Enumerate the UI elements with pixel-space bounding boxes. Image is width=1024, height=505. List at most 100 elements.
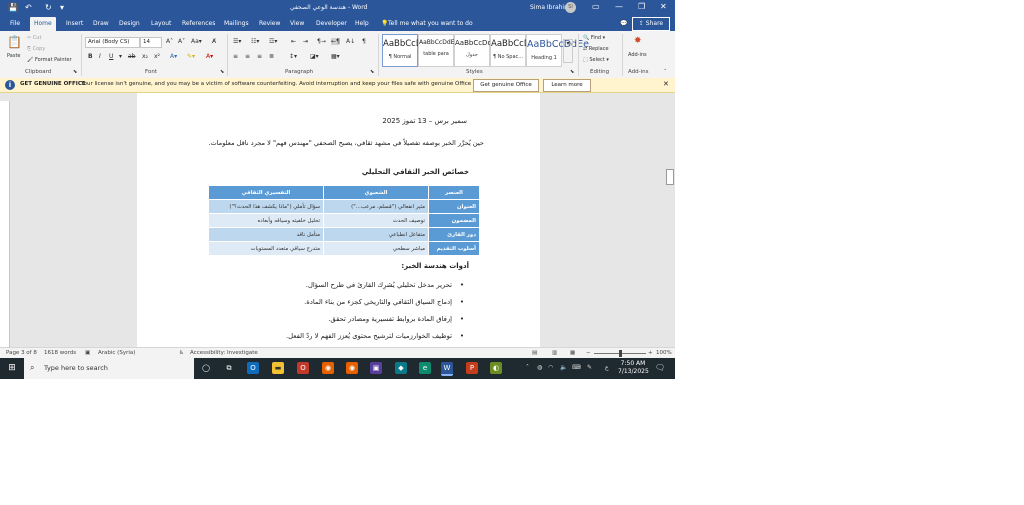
shading-icon[interactable]: ◪▾ [310, 53, 319, 60]
select-button[interactable]: ⬚ Select ▾ [583, 57, 609, 63]
underline-icon[interactable]: U [109, 53, 113, 60]
table-header[interactable]: التفسيري الثقافي [208, 185, 324, 200]
maximize-button[interactable]: ❐ [638, 2, 645, 11]
underline-dropdown-icon[interactable]: ▾ [119, 53, 122, 60]
style-table-para[interactable]: AaBbCcDdEe table para [418, 34, 458, 67]
tell-me-search[interactable]: Tell me what you want to do [388, 20, 473, 27]
show-marks-icon[interactable]: ¶ [362, 38, 366, 45]
highlight-icon[interactable]: ✎▾ [187, 53, 195, 60]
collapse-ribbon-icon[interactable]: ˄ [664, 69, 667, 75]
tab-home[interactable]: Home [30, 17, 56, 31]
table-cell[interactable]: المضمون [428, 213, 480, 228]
table-cell[interactable]: متدرج سياقي متعدد المستويات [208, 241, 324, 256]
zoom-slider-knob[interactable] [618, 350, 622, 357]
italic-icon[interactable]: I [99, 53, 101, 60]
tab-references[interactable]: References [182, 20, 215, 27]
table-header[interactable]: العنصر [428, 185, 480, 200]
clipboard-launcher-icon[interactable]: ⬊ [73, 69, 77, 75]
heading-analytical-news[interactable]: خصائص الخبر الثقافي التحليلي [317, 168, 469, 176]
app-icon[interactable]: ◐ [490, 362, 502, 374]
scrollbar-thumb[interactable] [666, 169, 674, 185]
task-view-icon[interactable]: ⧉ [223, 362, 235, 374]
comments-icon[interactable]: 💬 [620, 20, 627, 27]
user-name[interactable]: Sima Ibrahim [530, 4, 570, 11]
proofing-icon[interactable]: ▣ [85, 350, 90, 356]
tab-draw[interactable]: Draw [93, 20, 109, 27]
firefox-icon[interactable]: ◉ [322, 362, 334, 374]
table-cell[interactable]: العنوان [428, 199, 480, 214]
shrink-font-icon[interactable]: A˅ [178, 38, 185, 45]
accessibility-icon[interactable]: ♿ [179, 350, 184, 356]
copy-button[interactable]: ⎘ Copy [27, 46, 45, 52]
zoom-level[interactable]: 100% [656, 350, 672, 356]
web-layout-icon[interactable]: ▦ [570, 350, 575, 356]
text-effects-icon[interactable]: A▾ [170, 53, 177, 60]
accessibility-status[interactable]: Accessibility: Investigate [190, 350, 258, 356]
list-item[interactable]: • إرفاق المادة بروابط تفسيرية ومصادر تحقق… [189, 311, 464, 328]
speaker-icon[interactable]: 🔈 [560, 364, 567, 371]
table-cell[interactable]: توصيف الحدث [323, 213, 429, 228]
tray-chevron-icon[interactable]: ˄ [526, 364, 529, 371]
share-button[interactable]: ⇪ Share [632, 17, 670, 31]
outlook-icon[interactable]: O [247, 362, 259, 374]
table-cell[interactable]: متأمل ناقد [208, 227, 324, 242]
cortana-icon[interactable]: ◯ [200, 362, 212, 374]
table-cell[interactable]: مثير انفعالي ("مُسلم، مرعب...") [323, 199, 429, 214]
focus-mode-icon[interactable]: ▤ [532, 350, 537, 356]
tab-design[interactable]: Design [119, 20, 140, 27]
replace-button[interactable]: ⇄ Replace [583, 46, 609, 52]
find-button[interactable]: 🔍 Find ▾ [583, 35, 605, 41]
borders-icon[interactable]: ▦▾ [331, 53, 340, 60]
strikethrough-icon[interactable]: ab [128, 53, 136, 60]
style-heading-1[interactable]: AaBbCcDdEe Heading 1 [526, 34, 589, 67]
redo-icon[interactable]: ↻ [45, 3, 52, 12]
close-button[interactable]: ✕ [660, 2, 667, 11]
bold-icon[interactable]: B [88, 53, 93, 60]
vertical-ruler[interactable] [0, 101, 10, 347]
pen-icon[interactable]: ✎ [587, 364, 592, 371]
app-icon[interactable]: ◆ [395, 362, 407, 374]
get-genuine-button[interactable]: Get genuine Office [473, 79, 539, 92]
tab-developer[interactable]: Developer [316, 20, 347, 27]
font-launcher-icon[interactable]: ⬊ [220, 69, 224, 75]
format-painter-button[interactable]: 🖌 Format Painter [27, 57, 72, 63]
keyboard-icon[interactable]: ⌨ [572, 364, 581, 371]
undo-icon[interactable]: ↶ [25, 3, 32, 12]
change-case-icon[interactable]: Aa▾ [191, 38, 202, 45]
firefox-icon[interactable]: ◉ [346, 362, 358, 374]
save-app-icon[interactable]: ▣ [370, 362, 382, 374]
font-color-icon[interactable]: A▾ [206, 53, 213, 60]
windows-start-icon[interactable]: ⊞ [6, 362, 18, 374]
rtl-icon[interactable]: ←¶ [331, 38, 340, 45]
ltr-icon[interactable]: ¶→ [317, 38, 326, 45]
date-line[interactable]: سمير برس – 13 تموز 2025 [317, 117, 467, 125]
tab-help[interactable]: Help [355, 20, 369, 27]
subscript-icon[interactable]: x₂ [142, 53, 148, 60]
comparison-table[interactable]: العنصر الشعبوي التفسيري الثقافي العنوان … [208, 185, 480, 256]
edge-icon[interactable]: e [419, 362, 431, 374]
table-cell[interactable]: دور القارئ [428, 227, 480, 242]
add-ins-button[interactable]: Add-ins [628, 52, 647, 58]
list-item[interactable]: • تحرير مدخل تحليلي يُشرِك القارئ في طرح … [189, 277, 464, 294]
zoom-in-icon[interactable]: + [648, 350, 653, 356]
table-cell[interactable]: تحليل خلفيته وسياقه وأبعاده [208, 213, 324, 228]
file-explorer-icon[interactable]: ▬ [272, 362, 284, 374]
word-count[interactable]: 1618 words [44, 350, 76, 356]
style-no-spacing[interactable]: AaBbCcDdEe ¶ No Spac... [490, 34, 546, 67]
close-icon[interactable]: ✕ [663, 80, 669, 88]
styles-more-icon[interactable]: ▾ [563, 39, 573, 63]
superscript-icon[interactable]: x² [154, 53, 160, 60]
increase-indent-icon[interactable]: ⇥ [303, 38, 308, 45]
table-cell[interactable]: سؤال تأملي ("ماذا يكشف هذا الحدث؟") [208, 199, 324, 214]
table-cell[interactable]: متفاعل انطباعي [323, 227, 429, 242]
list-item[interactable]: • إدماج السياق الثقافي والتاريخي كجزء من … [189, 294, 464, 311]
bullets-icon[interactable]: ☰▾ [233, 38, 241, 45]
justify-icon[interactable]: ≣ [269, 53, 274, 60]
sort-icon[interactable]: A↓ [346, 38, 355, 45]
opera-icon[interactable]: O [297, 362, 309, 374]
taskbar-search-box[interactable]: ⌕ Type here to search [24, 358, 194, 379]
cut-button[interactable]: ✂ Cut [27, 35, 41, 41]
learn-more-button[interactable]: Learn more [543, 79, 591, 92]
language-indicator[interactable]: Arabic (Syria) [98, 350, 135, 356]
ribbon-display-icon[interactable]: ▭ [592, 2, 600, 11]
